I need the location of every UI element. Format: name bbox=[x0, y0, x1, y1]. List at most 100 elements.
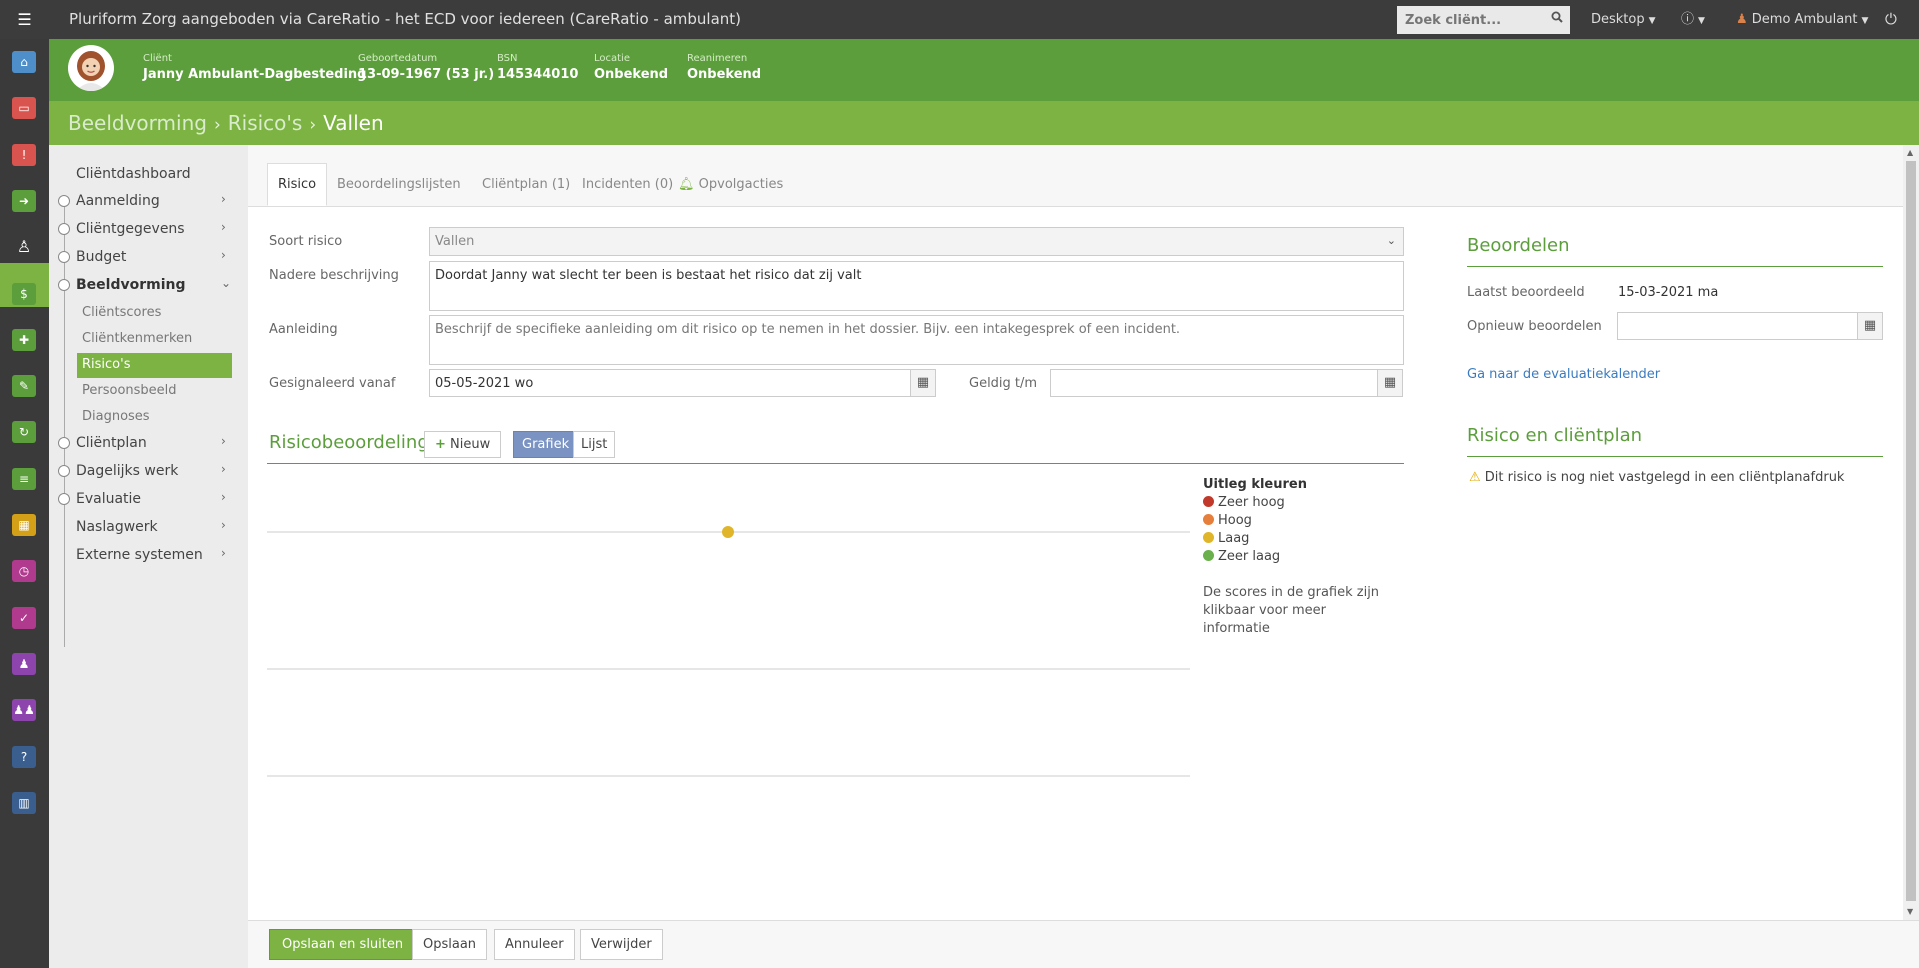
gesignaleerd-input[interactable]: 05-05-2021 wo bbox=[429, 369, 911, 397]
avatar[interactable] bbox=[68, 45, 114, 91]
save-button[interactable]: Opslaan bbox=[412, 929, 488, 960]
sidebar-item-clientplan[interactable]: Cliëntplan bbox=[76, 435, 147, 451]
calendar-icon[interactable]: ▦ bbox=[910, 369, 936, 397]
sidebar-item-budget[interactable]: Budget bbox=[76, 249, 126, 265]
save-and-close-button[interactable]: Opslaan en sluiten bbox=[269, 929, 417, 960]
delete-button[interactable]: Verwijder bbox=[580, 929, 663, 960]
sidebar-item-dagelijks-werk[interactable]: Dagelijks werk bbox=[76, 463, 178, 479]
info-menu[interactable]: ⓘ ▼ bbox=[1681, 0, 1705, 41]
breadcrumb-beeldvorming[interactable]: Beeldvorming bbox=[68, 111, 207, 135]
sidebar-item-beeldvorming[interactable]: Beeldvorming bbox=[76, 277, 186, 293]
tab-incidenten[interactable]: Incidenten (0) bbox=[572, 164, 683, 207]
sidebar-subitem-persoonsbeeld[interactable]: Persoonsbeeld bbox=[82, 383, 177, 398]
new-assessment-button[interactable]: + Nieuw bbox=[424, 431, 502, 458]
money-icon[interactable]: $ bbox=[12, 282, 36, 305]
last-assessed-label: Laatst beoordeeld bbox=[1467, 285, 1585, 300]
chevron-right-icon[interactable]: › bbox=[221, 518, 226, 532]
risk-chart-svg: 15-03-2021 bbox=[267, 526, 1190, 777]
chevron-right-icon[interactable]: › bbox=[221, 248, 226, 262]
warning-icon[interactable]: ! bbox=[12, 143, 36, 166]
risk-section-title: Risicobeoordeling bbox=[269, 432, 429, 453]
chevron-down-icon: ⌄ bbox=[1386, 234, 1396, 247]
sidebar-subitem-diagnoses[interactable]: Diagnoses bbox=[82, 409, 150, 424]
sidebar: Cliëntdashboard Aanmelding › Cliëntgegev… bbox=[49, 145, 248, 968]
menu-icon[interactable]: ☰ bbox=[0, 0, 49, 39]
soort-select[interactable]: Vallen ⌄ bbox=[429, 227, 1404, 256]
aanleiding-textarea[interactable]: Beschrijf de specifieke aanleiding om di… bbox=[429, 315, 1404, 365]
desktop-label: Desktop bbox=[1591, 12, 1645, 27]
scroll-up-icon[interactable]: ▲ bbox=[1907, 148, 1913, 157]
sidebar-item-clientgegevens[interactable]: Cliëntgegevens bbox=[76, 221, 185, 237]
scrollbar-thumb[interactable] bbox=[1906, 161, 1916, 901]
reassess-input[interactable] bbox=[1617, 312, 1858, 340]
scrollbar[interactable]: ▲ ▼ bbox=[1903, 145, 1919, 920]
help-icon[interactable]: ? bbox=[12, 745, 36, 768]
sidebar-subitem-clientkenmerken[interactable]: Cliëntkenmerken bbox=[82, 331, 192, 346]
chevron-right-icon[interactable]: › bbox=[221, 192, 226, 206]
scroll-down-icon[interactable]: ▼ bbox=[1907, 907, 1913, 916]
chevron-right-icon[interactable]: › bbox=[221, 490, 226, 504]
chevron-down-icon[interactable]: ⌄ bbox=[221, 276, 231, 290]
tab-clientplan[interactable]: Cliëntplan (1) bbox=[472, 164, 580, 207]
tab-beoordelingslijsten[interactable]: Beoordelingslijsten bbox=[327, 164, 471, 207]
clientplan-section-title: Risico en cliëntplan bbox=[1467, 425, 1643, 446]
legend-label: Hoog bbox=[1218, 513, 1252, 528]
module-icon-bar: ⌂ ▭! ➜ ♙ $ ✚ ✎ ↻ ≡ ▦ ◷ ✓ ♟ ♟♟? ▥ bbox=[0, 39, 49, 968]
sidebar-item-naslagwerk[interactable]: Naslagwerk bbox=[76, 519, 158, 535]
chevron-right-icon[interactable]: › bbox=[221, 434, 226, 448]
inbox-icon[interactable]: ▭ bbox=[12, 97, 36, 120]
chevron-right-icon[interactable]: › bbox=[221, 546, 226, 560]
check-icon[interactable]: ✓ bbox=[12, 606, 36, 629]
legend-title: Uitleg kleuren bbox=[1203, 477, 1307, 492]
chart-view-button[interactable]: Grafiek bbox=[513, 431, 579, 458]
gesignaleerd-label: Gesignaleerd vanaf bbox=[269, 376, 396, 391]
data-point[interactable] bbox=[722, 526, 734, 538]
breadcrumb: Beeldvorming › Risico's › Vallen bbox=[49, 101, 1919, 145]
tree-node-icon bbox=[58, 279, 70, 291]
tab-opvolgacties[interactable]: 🔔︎ Opvolgacties bbox=[668, 164, 793, 207]
chevron-down-icon: ▼ bbox=[1861, 16, 1869, 26]
cancel-button[interactable]: Annuleer bbox=[494, 929, 575, 960]
desktop-menu[interactable]: Desktop ▼ bbox=[1591, 0, 1656, 41]
list-view-button[interactable]: Lijst bbox=[573, 431, 616, 458]
puzzle-icon[interactable]: ✚ bbox=[12, 328, 36, 351]
group-icon[interactable]: ♟♟ bbox=[12, 699, 36, 722]
calendar-icon[interactable]: ▦ bbox=[1377, 369, 1403, 397]
login-icon[interactable]: ➜ bbox=[12, 189, 36, 212]
sidebar-item-dashboard[interactable]: Cliëntdashboard bbox=[76, 166, 191, 182]
user-icon[interactable]: ♟ bbox=[12, 652, 36, 675]
app-title: Pluriform Zorg aangeboden via CareRatio … bbox=[69, 10, 742, 28]
geldig-input[interactable] bbox=[1050, 369, 1378, 397]
dot-icon bbox=[1203, 532, 1214, 543]
warning-icon: ⚠ bbox=[1469, 470, 1481, 485]
user-icon: ♟ bbox=[1736, 12, 1748, 27]
sidebar-item-aanmelding[interactable]: Aanmelding bbox=[76, 193, 160, 209]
sidebar-subitem-clientscores[interactable]: Cliëntscores bbox=[82, 305, 161, 320]
dob-field: Geboortedatum 13-09-1967 (53 jr.) bbox=[358, 53, 494, 82]
power-icon[interactable]: ⏻ bbox=[1885, 0, 1897, 39]
search-icon[interactable] bbox=[1544, 6, 1570, 34]
legend-label: Zeer hoog bbox=[1218, 495, 1285, 510]
chart-icon[interactable]: ▥ bbox=[12, 791, 36, 814]
breadcrumb-risicos[interactable]: Risico's bbox=[228, 111, 303, 135]
nadere-label: Nadere beschrijving bbox=[269, 268, 399, 283]
nadere-textarea[interactable]: Doordat Janny wat slecht ter been is bes… bbox=[429, 261, 1404, 311]
pencil-icon[interactable]: ✎ bbox=[12, 375, 36, 398]
document-icon[interactable]: ≡ bbox=[12, 467, 36, 490]
sidebar-item-externe-systemen[interactable]: Externe systemen bbox=[76, 547, 203, 563]
tree-node-icon bbox=[58, 195, 70, 207]
clock-icon[interactable]: ◷ bbox=[12, 560, 36, 583]
chevron-right-icon[interactable]: › bbox=[221, 220, 226, 234]
home-icon[interactable]: ⌂ bbox=[12, 51, 36, 73]
sidebar-item-evaluatie[interactable]: Evaluatie bbox=[76, 491, 141, 507]
evaluation-calendar-link[interactable]: Ga naar de evaluatiekalender bbox=[1467, 367, 1660, 382]
person-icon[interactable]: ♙ bbox=[12, 236, 36, 258]
section-divider bbox=[1467, 266, 1883, 267]
sidebar-subitem-risicos[interactable]: Risico's bbox=[82, 357, 130, 372]
calendar-icon[interactable]: ▦ bbox=[1857, 312, 1883, 340]
tab-risico[interactable]: Risico bbox=[267, 163, 328, 206]
refresh-icon[interactable]: ↻ bbox=[12, 421, 36, 444]
calendar-icon[interactable]: ▦ bbox=[12, 514, 36, 536]
user-menu[interactable]: ♟ Demo Ambulant ▼ bbox=[1736, 0, 1868, 41]
chevron-right-icon[interactable]: › bbox=[221, 462, 226, 476]
